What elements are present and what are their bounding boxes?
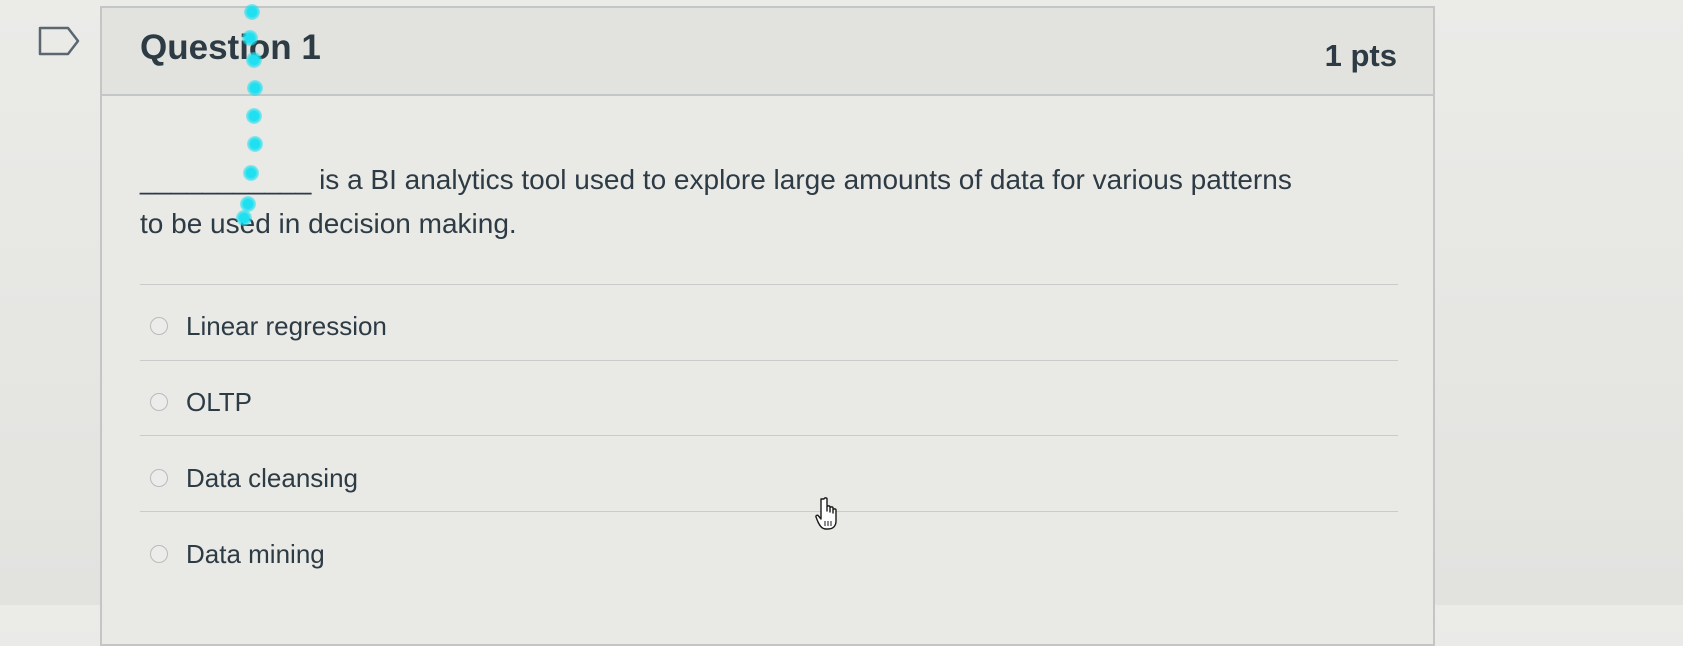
answer-divider: [140, 511, 1398, 512]
hand-pointer-icon: [815, 497, 837, 530]
question-card: Question 1 1 pts ___________ is a BI ana…: [100, 6, 1435, 646]
answer-label[interactable]: Data cleansing: [186, 463, 358, 494]
marker-dot: [246, 108, 262, 124]
answer-label[interactable]: Linear regression: [186, 311, 387, 342]
marker-dot: [246, 52, 262, 68]
answer-divider: [140, 360, 1398, 361]
question-blank: ___________: [140, 164, 312, 195]
radio-button[interactable]: [150, 317, 168, 335]
marker-dot: [243, 165, 259, 181]
answer-divider: [140, 435, 1398, 436]
marker-dot: [247, 80, 263, 96]
radio-button[interactable]: [150, 393, 168, 411]
question-body: is a BI analytics tool used to explore l…: [140, 164, 1292, 239]
answer-label[interactable]: Data mining: [186, 539, 325, 570]
answer-option-oltp[interactable]: OLTP: [150, 382, 252, 422]
radio-button[interactable]: [150, 545, 168, 563]
marker-dot: [244, 4, 260, 20]
question-title: Question 1: [140, 28, 321, 67]
marker-dot: [236, 210, 252, 226]
marker-dot: [247, 136, 263, 152]
answer-label[interactable]: OLTP: [186, 387, 252, 418]
question-header: Question 1 1 pts: [102, 8, 1433, 96]
answer-option-data-mining[interactable]: Data mining: [150, 534, 325, 574]
question-text: ___________ is a BI analytics tool used …: [140, 158, 1320, 246]
answer-option-data-cleansing[interactable]: Data cleansing: [150, 458, 358, 498]
radio-button[interactable]: [150, 469, 168, 487]
answer-divider: [140, 284, 1398, 285]
flag-question-icon[interactable]: [38, 26, 80, 56]
marker-dot: [242, 30, 258, 46]
question-points: 1 pts: [1324, 38, 1397, 73]
answer-option-linear-regression[interactable]: Linear regression: [150, 306, 387, 346]
